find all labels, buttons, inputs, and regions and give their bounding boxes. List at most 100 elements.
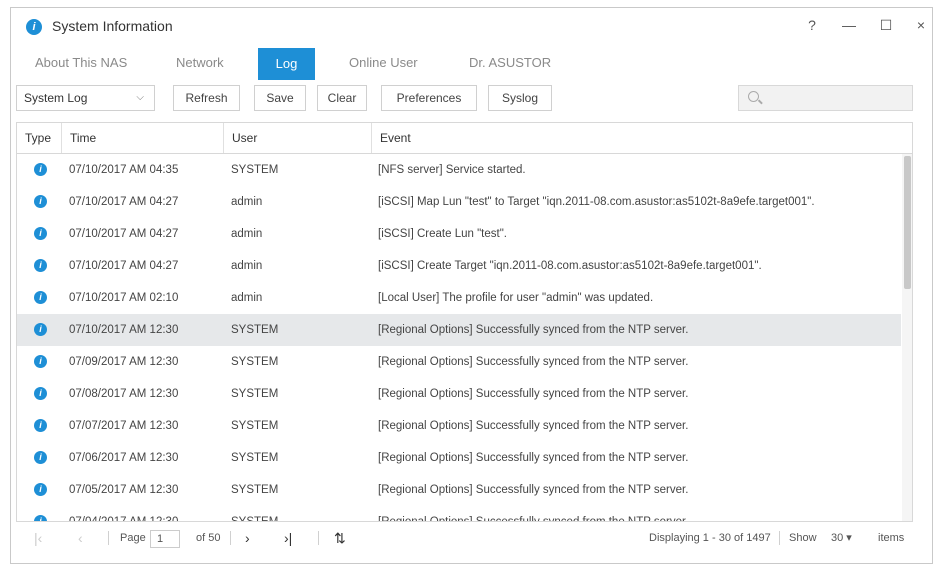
tab-log[interactable]: Log	[258, 48, 315, 80]
row-event: [Regional Options] Successfully synced f…	[378, 452, 689, 464]
row-user: admin	[231, 196, 263, 208]
pager-divider	[779, 531, 780, 545]
row-user: SYSTEM	[231, 164, 279, 176]
tab-about-this-nas[interactable]: About This NAS	[35, 55, 127, 70]
row-time: 07/10/2017 AM 02:10	[69, 292, 179, 304]
maximize-button[interactable]: ☐	[873, 14, 899, 36]
save-button[interactable]: Save	[254, 85, 306, 111]
info-icon: i	[34, 291, 47, 304]
title-bar: i System Information ? — ☐ ×	[11, 8, 932, 44]
row-event: [Regional Options] Successfully synced f…	[378, 388, 689, 400]
row-time: 07/06/2017 AM 12:30	[69, 452, 179, 464]
previous-page-button[interactable]: ‹	[78, 522, 83, 554]
row-event: [Regional Options] Successfully synced f…	[378, 420, 689, 432]
page-number-input[interactable]: 1	[150, 530, 180, 548]
info-icon: i	[34, 163, 47, 176]
table-row[interactable]: i 07/10/2017 AM 04:27 admin [iSCSI] Map Lun…	[17, 186, 901, 218]
column-header-type[interactable]: Type	[17, 123, 62, 153]
row-user: admin	[231, 228, 263, 240]
table-row[interactable]: i 07/04/2017 AM 12:30 SYSTEM [Regional Opti…	[17, 506, 901, 522]
pager-divider	[318, 531, 319, 545]
tab-online-user[interactable]: Online User	[349, 55, 418, 70]
log-type-value: System Log	[24, 91, 88, 105]
row-time: 07/10/2017 AM 04:27	[69, 228, 179, 240]
first-page-button[interactable]: |‹	[34, 522, 42, 554]
page-label: Page	[120, 532, 146, 544]
info-icon: i	[34, 419, 47, 432]
table-row[interactable]: i 07/10/2017 AM 04:27 admin [iSCSI] Create …	[17, 250, 901, 282]
table-row[interactable]: i 07/08/2017 AM 12:30 SYSTEM [Regional Opti…	[17, 378, 901, 410]
row-user: SYSTEM	[231, 516, 279, 522]
row-user: SYSTEM	[231, 420, 279, 432]
row-event: [Regional Options] Successfully synced f…	[378, 324, 689, 336]
table-row[interactable]: i 07/10/2017 AM 12:30 SYSTEM [Regional Opti…	[17, 314, 901, 346]
table-row[interactable]: i 07/10/2017 AM 04:27 admin [iSCSI] Create …	[17, 218, 901, 250]
row-time: 07/09/2017 AM 12:30	[69, 356, 179, 368]
search-icon	[748, 91, 759, 102]
info-icon: i	[34, 259, 47, 272]
column-header-time[interactable]: Time	[62, 123, 224, 153]
table-row[interactable]: i 07/07/2017 AM 12:30 SYSTEM [Regional Opti…	[17, 410, 901, 442]
row-event: [NFS server] Service started.	[378, 164, 526, 176]
row-event: [Regional Options] Successfully synced f…	[378, 484, 689, 496]
scrollbar-thumb[interactable]	[904, 156, 911, 289]
table-row[interactable]: i 07/10/2017 AM 02:10 admin [Local User] Th…	[17, 282, 901, 314]
row-event: [iSCSI] Create Lun "test".	[378, 228, 507, 240]
row-time: 07/07/2017 AM 12:30	[69, 420, 179, 432]
row-time: 07/05/2017 AM 12:30	[69, 484, 179, 496]
info-icon: i	[34, 387, 47, 400]
table-body: i 07/10/2017 AM 04:35 SYSTEM [NFS server] S…	[17, 154, 901, 522]
info-icon: i	[34, 483, 47, 496]
tab-network[interactable]: Network	[176, 55, 224, 70]
row-time: 07/08/2017 AM 12:30	[69, 388, 179, 400]
row-user: SYSTEM	[231, 324, 279, 336]
row-user: SYSTEM	[231, 356, 279, 368]
log-toolbar: System Log ⌵ Refresh Save Clear Preferen…	[16, 85, 913, 113]
chevron-down-icon: ⌵	[136, 92, 144, 103]
table-row[interactable]: i 07/05/2017 AM 12:30 SYSTEM [Regional Opti…	[17, 474, 901, 506]
tab-dr-asustor[interactable]: Dr. ASUSTOR	[469, 55, 551, 70]
column-header-user[interactable]: User	[224, 123, 372, 153]
preferences-button[interactable]: Preferences	[381, 85, 477, 111]
row-time: 07/10/2017 AM 04:27	[69, 196, 179, 208]
next-page-button[interactable]: ›	[245, 522, 250, 554]
vertical-scrollbar[interactable]	[902, 154, 912, 521]
row-event: [Regional Options] Successfully synced f…	[378, 356, 689, 368]
refresh-arrows-icon[interactable]: ⇅	[334, 522, 346, 554]
pager-divider	[230, 531, 231, 545]
refresh-button[interactable]: Refresh	[173, 85, 240, 111]
minimize-button[interactable]: —	[836, 14, 862, 36]
close-button[interactable]: ×	[908, 14, 934, 36]
items-label: items	[878, 532, 905, 544]
table-header: Type Time User Event	[17, 123, 912, 154]
table-row[interactable]: i 07/10/2017 AM 04:35 SYSTEM [NFS server] S…	[17, 154, 901, 186]
displaying-count: Displaying 1 - 30 of 1497	[649, 532, 771, 544]
row-event: [iSCSI] Create Target "iqn.2011-08.com.a…	[378, 260, 762, 272]
info-icon: i	[34, 515, 47, 521]
page-size-select[interactable]: 30 ▾	[831, 522, 852, 554]
info-icon: i	[34, 195, 47, 208]
info-icon: i	[34, 227, 47, 240]
table-row[interactable]: i 07/06/2017 AM 12:30 SYSTEM [Regional Opti…	[17, 442, 901, 474]
show-label: Show	[789, 532, 817, 544]
table-row[interactable]: i 07/09/2017 AM 12:30 SYSTEM [Regional Opti…	[17, 346, 901, 378]
log-table: Type Time User Event i 07/10/2017 AM 04:3…	[16, 122, 913, 522]
last-page-button[interactable]: ›|	[284, 522, 292, 554]
row-user: SYSTEM	[231, 452, 279, 464]
column-header-event[interactable]: Event	[372, 123, 912, 153]
pager-divider	[108, 531, 109, 545]
log-type-select[interactable]: System Log ⌵	[16, 85, 155, 111]
info-icon: i	[34, 323, 47, 336]
search-input[interactable]	[738, 85, 913, 111]
page-count-label: of 50	[196, 532, 221, 544]
row-event: [Local User] The profile for user "admin…	[378, 292, 654, 304]
row-event: [iSCSI] Map Lun "test" to Target "iqn.20…	[378, 196, 815, 208]
row-time: 07/04/2017 AM 12:30	[69, 516, 179, 522]
syslog-button[interactable]: Syslog	[488, 85, 552, 111]
clear-button[interactable]: Clear	[317, 85, 367, 111]
row-time: 07/10/2017 AM 12:30	[69, 324, 179, 336]
help-button[interactable]: ?	[799, 14, 825, 36]
tab-bar: About This NAS Network Log Online User D…	[11, 48, 932, 84]
pagination-bar: |‹ ‹ Page 1 of 50 › ›| ⇅ Displaying 1 - …	[16, 522, 913, 554]
row-time: 07/10/2017 AM 04:27	[69, 260, 179, 272]
